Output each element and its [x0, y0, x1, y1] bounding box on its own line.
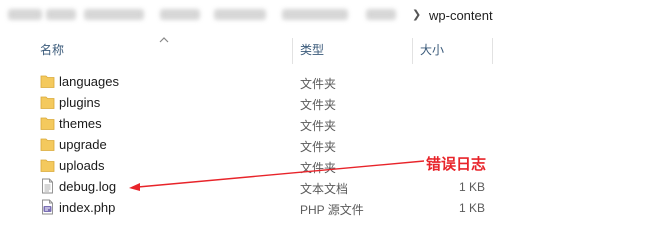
breadcrumb[interactable]: ❯ wp-content	[0, 0, 655, 32]
blurred-path-segment[interactable]	[366, 9, 396, 20]
file-type: 文件夹	[300, 77, 337, 91]
file-name: languages	[59, 74, 119, 89]
folder-icon	[40, 117, 55, 130]
file-name: debug.log	[59, 179, 117, 194]
column-divider[interactable]	[292, 38, 293, 64]
column-header-size[interactable]: 大小	[420, 34, 444, 66]
file-type: 文件夹	[300, 98, 337, 112]
file-type: 文件夹	[300, 140, 337, 154]
blurred-path-segment[interactable]	[160, 9, 200, 20]
chevron-right-icon[interactable]: ❯	[412, 8, 421, 21]
file-size: 1 KB	[458, 180, 485, 194]
blurred-path-segment[interactable]	[8, 9, 42, 20]
column-divider[interactable]	[412, 38, 413, 64]
file-size: 1 KB	[458, 201, 485, 215]
blurred-path-segment[interactable]	[282, 9, 348, 20]
file-type: PHP 源文件	[300, 203, 364, 217]
folder-icon	[40, 75, 55, 88]
file-row-languages[interactable]: languages 文件夹	[0, 71, 655, 92]
php-file-icon	[42, 199, 53, 215]
breadcrumb-current[interactable]: wp-content	[429, 8, 493, 23]
file-row-index-php[interactable]: index.php PHP 源文件 1 KB	[0, 197, 655, 218]
file-type: 文件夹	[300, 119, 337, 133]
column-divider[interactable]	[492, 38, 493, 64]
file-row-plugins[interactable]: plugins 文件夹	[0, 92, 655, 113]
column-header-name[interactable]: 名称	[40, 34, 64, 66]
file-name: upgrade	[59, 137, 107, 152]
file-name: plugins	[59, 95, 101, 110]
blurred-path-segment[interactable]	[214, 9, 266, 20]
file-type: 文本文档	[300, 182, 349, 196]
file-name: uploads	[59, 158, 105, 173]
blurred-path-segment[interactable]	[46, 9, 76, 20]
file-row-uploads[interactable]: uploads 文件夹	[0, 155, 655, 176]
column-header-type[interactable]: 类型	[300, 34, 324, 66]
blurred-path-segment[interactable]	[84, 9, 144, 20]
file-name: index.php	[59, 200, 116, 215]
annotation-label: 错误日志	[426, 156, 487, 173]
folder-icon	[40, 138, 55, 151]
file-row-debug-log[interactable]: debug.log 文本文档 1 KB	[0, 176, 655, 197]
file-name: themes	[59, 116, 102, 131]
column-header-row: 名称 类型 大小	[0, 34, 655, 66]
folder-icon	[40, 96, 55, 109]
file-row-themes[interactable]: themes 文件夹	[0, 113, 655, 134]
file-type: 文件夹	[300, 161, 337, 175]
file-row-upgrade[interactable]: upgrade 文件夹	[0, 134, 655, 155]
folder-icon	[40, 159, 55, 172]
text-file-icon	[42, 178, 53, 194]
